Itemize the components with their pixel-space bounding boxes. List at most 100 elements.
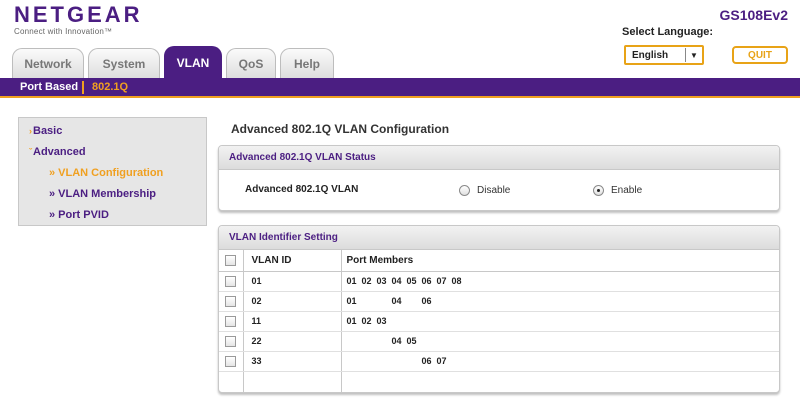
enable-radio[interactable] [593,185,604,196]
empty-cell [219,371,244,393]
model-name: GS108Ev2 [719,7,789,23]
port-member [377,336,392,346]
vlan-table: VLAN ID Port Members 01 01 02 03 04 05 06 07 08 0… [219,250,779,393]
port-member: 03 [376,276,387,286]
netgear-logo: NETGEAR Connect with Innovation™ [14,4,143,37]
language-select[interactable]: English ▼ [624,45,704,65]
vlan-status-row: Advanced 802.1Q VLAN Disable Enable [219,170,779,210]
vlan-id-cell: 22 [243,331,342,352]
vlan-status-heading: Advanced 802.1Q VLAN Status [219,146,779,170]
port-member [437,336,452,346]
tab-network[interactable]: Network [12,48,84,78]
port-members-list: 01 04 06 [347,296,780,306]
port-member: 08 [451,276,462,286]
language-label: Select Language: [622,26,714,38]
port-member [362,296,377,306]
port-member: 07 [436,356,447,366]
row-checkbox-cell [219,291,244,312]
row-checkbox[interactable] [225,295,236,307]
port-member [347,356,362,366]
port-member [407,296,422,306]
menu-item-port-pvid[interactable]: » Port PVID [49,209,109,221]
disable-radio-option[interactable]: Disable [459,185,510,196]
table-row: 01 01 02 03 04 05 06 07 08 [219,271,779,292]
subnav-divider [82,81,84,94]
table-row: 02 01 04 06 [219,291,780,312]
table-header-row: VLAN ID Port Members [219,250,779,272]
language-value: English [632,49,669,61]
row-checkbox-cell [219,351,244,372]
row-checkbox-cell [219,271,244,292]
empty-cell [243,371,342,393]
table-row: 33 06 07 [219,351,780,372]
port-members-list: 01 02 03 [347,316,780,326]
port-member [377,296,392,306]
select-all-checkbox[interactable] [225,254,236,266]
empty-row [219,371,779,393]
port-member: 01 [346,316,357,326]
table-row: 11 01 02 03 [219,311,780,332]
col-vlan-id: VLAN ID [243,250,342,272]
port-members-cell: 06 07 [341,351,780,372]
port-members-cell: 01 02 03 [341,311,780,332]
port-member [452,356,467,366]
menu-item-advanced[interactable]: ˇAdvanced [29,146,86,158]
port-member: 01 [346,296,357,306]
port-member: 07 [436,276,447,286]
quit-button[interactable]: QUIT [732,46,788,64]
col-port-members: Port Members [341,250,779,272]
menu-item-basic[interactable]: ›Basic [29,125,62,137]
row-checkbox[interactable] [225,335,236,347]
port-member: 05 [406,336,417,346]
tab-qos[interactable]: QoS [226,48,276,78]
port-member: 04 [391,296,402,306]
port-members-cell: 01 04 06 [341,291,780,312]
port-member [392,316,407,326]
page-title: Advanced 802.1Q VLAN Configuration [231,122,450,136]
tab-system[interactable]: System [88,48,160,78]
port-members-list: 06 07 [347,356,780,366]
port-member [452,296,467,306]
row-checkbox[interactable] [225,355,236,367]
row-checkbox[interactable] [225,275,236,287]
port-member: 01 [346,276,357,286]
table-row: 22 04 05 [219,331,780,352]
port-members-cell: 01 02 03 04 05 06 07 08 [341,271,779,292]
vlan-id-cell: 11 [243,311,342,332]
menu-item-basic-label: Basic [33,125,63,137]
port-member: 04 [391,276,402,286]
port-member: 06 [421,276,432,286]
vlan-identifier-heading: VLAN Identifier Setting [219,226,779,250]
select-all-cell [219,250,244,272]
row-checkbox[interactable] [225,315,236,327]
port-member: 06 [421,296,432,306]
menu-item-vlan-configuration[interactable]: » VLAN Configuration [49,167,163,179]
vlan-identifier-panel: VLAN Identifier Setting VLAN ID Port Mem… [218,225,780,393]
port-members-cell: 04 05 [341,331,780,352]
tab-help[interactable]: Help [280,48,334,78]
port-members-list: 04 05 [347,336,780,346]
brand-tagline: Connect with Innovation™ [14,27,113,36]
port-member: 02 [361,276,372,286]
port-member [452,316,467,326]
vlan-status-label: Advanced 802.1Q VLAN [245,184,359,195]
disable-radio[interactable] [459,185,470,196]
subnav-802-1q[interactable]: 802.1Q [92,81,128,93]
port-member [452,336,467,346]
port-member [407,316,422,326]
tab-vlan[interactable]: VLAN [164,46,222,78]
disable-radio-label: Disable [477,185,511,196]
enable-radio-label: Enable [611,185,643,196]
sub-navigation-bar: Port Based 802.1Q [0,78,800,98]
row-checkbox-cell [219,331,244,352]
menu-item-vlan-membership[interactable]: » VLAN Membership [49,188,156,200]
port-member: 05 [406,276,417,286]
subnav-port-based[interactable]: Port Based [20,81,78,93]
menu-item-advanced-label: Advanced [33,146,86,158]
port-member [407,356,422,366]
row-checkbox-cell [219,311,244,332]
enable-radio-option[interactable]: Enable [593,185,642,196]
port-member: 02 [361,316,372,326]
port-member [362,336,377,346]
vlan-id-cell: 02 [243,291,342,312]
